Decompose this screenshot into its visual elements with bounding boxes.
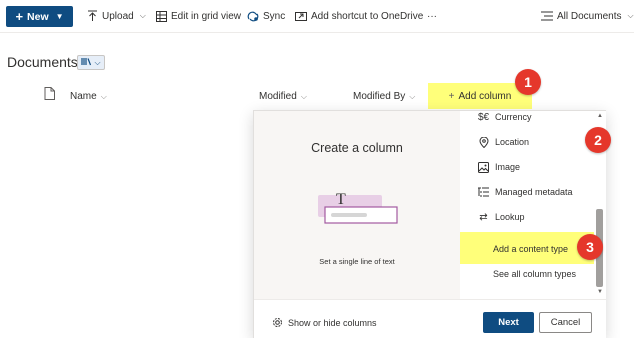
next-button[interactable]: Next [483,312,534,333]
column-header-modified[interactable]: Modified ⌵ [259,91,307,102]
location-icon [478,136,489,148]
scroll-up-arrow-icon[interactable]: ▲ [597,113,603,119]
view-selector-label: All Documents [557,10,622,22]
add-shortcut-button[interactable]: Add shortcut to OneDrive [295,8,423,24]
single-line-text-illustration: T [318,191,398,224]
new-button[interactable]: + New ▼ [6,6,73,27]
column-type-location[interactable]: Location [478,133,529,151]
library-options-button[interactable]: ⌵ [77,55,105,70]
view-list-icon [541,10,553,22]
column-type-label: Lookup [495,212,525,222]
more-icon: ··· [427,10,437,22]
gear-icon [272,317,283,328]
add-column-label: Add column [458,90,512,102]
column-type-image[interactable]: Image [478,158,520,176]
plus-icon: + [15,9,24,24]
column-type-label: Image [495,162,521,172]
sync-icon [247,10,259,22]
chevron-down-icon: ⌵ [94,57,101,67]
column-type-list: $€ Currency Location Image Managed metad… [460,111,594,299]
new-button-label: New [27,10,49,23]
file-type-icon[interactable] [44,87,55,100]
image-icon [478,161,489,173]
cancel-button[interactable]: Cancel [539,312,592,333]
lookup-icon: ⇄ [479,211,488,223]
column-header-name-label: Name [70,91,97,102]
column-type-label: Managed metadata [495,187,573,197]
show-hide-columns-button[interactable]: Show or hide columns [272,317,377,328]
page-title: Documents [7,54,78,70]
sync-label: Sync [263,10,286,22]
column-type-lookup[interactable]: ⇄ Lookup [478,208,525,226]
annotation-badge-1: 1 [515,69,541,95]
column-header-name[interactable]: Name ⌵ [70,91,107,102]
plus-icon: + [448,90,455,102]
scroll-down-arrow-icon[interactable]: ▼ [597,289,603,295]
shortcut-icon [295,10,307,22]
add-shortcut-label: Add shortcut to OneDrive [311,10,424,22]
add-content-type-option[interactable]: Add a content type [493,244,568,254]
column-type-label: Location [495,137,530,147]
create-column-panel: Create a column T Set a single line of t… [253,110,606,338]
show-hide-columns-label: Show or hide columns [288,317,377,328]
panel-title: Create a column [311,141,403,155]
chevron-down-icon: ⌵ [139,11,146,20]
currency-icon: $€ [477,111,490,123]
edit-grid-button[interactable]: Edit in grid view [155,8,241,24]
more-options-button[interactable]: ··· [427,8,437,24]
column-header-modified-by-label: Modified By [353,91,406,102]
managed-metadata-icon [478,187,489,198]
upload-label: Upload [102,10,134,22]
chevron-down-icon: ⌵ [300,92,307,101]
chevron-down-icon: ▼ [55,12,64,21]
edit-grid-label: Edit in grid view [171,10,242,22]
column-header-modified-label: Modified [259,91,297,102]
library-icon [81,57,92,68]
chevron-down-icon: ⌵ [627,11,634,20]
column-type-label: Currency [495,112,532,122]
column-type-managed-metadata[interactable]: Managed metadata [478,183,573,201]
illustration-caption: Set a single line of text [319,257,395,266]
upload-icon [86,10,98,22]
annotation-badge-3: 3 [577,234,603,260]
column-type-currency[interactable]: $€ Currency [478,108,532,126]
see-all-column-types-link[interactable]: See all column types [493,269,576,279]
panel-footer: Show or hide columns Next Cancel [254,299,606,338]
command-bar: + New ▼ Upload ⌵ Edit in grid view Sync … [0,0,634,33]
chevron-down-icon: ⌵ [409,92,416,101]
chevron-down-icon: ⌵ [100,92,107,101]
column-header-modified-by[interactable]: Modified By ⌵ [353,91,415,102]
illustration-text-glyph: T [336,191,346,208]
preview-pane: Create a column T Set a single line of t… [254,111,460,299]
view-selector[interactable]: All Documents ⌵ [541,8,634,24]
sync-button[interactable]: Sync [247,8,285,24]
upload-button[interactable]: Upload ⌵ [86,8,146,24]
grid-icon [155,10,167,22]
annotation-badge-2: 2 [585,127,611,153]
